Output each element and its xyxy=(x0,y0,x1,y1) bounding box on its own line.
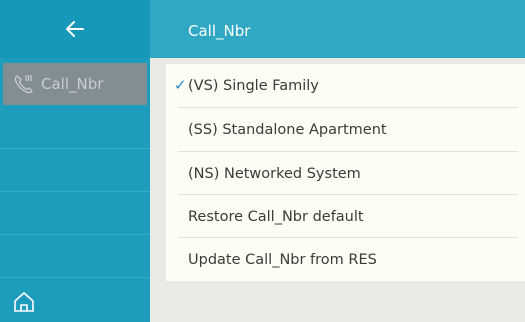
menu-item-label: Restore Call_Nbr default xyxy=(188,209,364,225)
menu-item-networked-system[interactable]: (NS) Networked System xyxy=(166,152,525,195)
call-icon xyxy=(13,73,35,95)
arrow-left-icon xyxy=(66,21,84,37)
header-bar: Call_Nbr xyxy=(150,0,525,58)
options-menu: ✓ (VS) Single Family (SS) Standalone Apa… xyxy=(166,64,525,281)
back-button[interactable] xyxy=(55,9,95,49)
menu-item-label: (NS) Networked System xyxy=(188,166,361,182)
content-area: ✓ (VS) Single Family (SS) Standalone Apa… xyxy=(150,58,525,322)
home-icon xyxy=(14,291,34,312)
checkmark-icon: ✓ xyxy=(174,76,187,94)
sidebar-divider xyxy=(0,234,150,235)
sidebar: Call_Nbr xyxy=(0,0,150,322)
sidebar-item-label: Call_Nbr xyxy=(41,75,104,93)
menu-item-standalone-apartment[interactable]: (SS) Standalone Apartment xyxy=(166,108,525,151)
page-title: Call_Nbr xyxy=(188,22,251,40)
sidebar-divider xyxy=(0,148,150,149)
menu-item-restore-default[interactable]: Restore Call_Nbr default xyxy=(166,195,525,238)
menu-item-single-family[interactable]: ✓ (VS) Single Family xyxy=(166,64,525,107)
menu-item-update-from-res[interactable]: Update Call_Nbr from RES xyxy=(166,238,525,281)
sidebar-divider xyxy=(0,191,150,192)
sidebar-item-call-nbr[interactable]: Call_Nbr xyxy=(3,63,147,105)
sidebar-divider xyxy=(0,277,150,278)
home-button[interactable] xyxy=(0,281,48,322)
menu-item-label: (SS) Standalone Apartment xyxy=(188,122,387,138)
menu-item-label: Update Call_Nbr from RES xyxy=(188,252,377,268)
sidebar-top xyxy=(0,0,150,58)
menu-item-label: (VS) Single Family xyxy=(188,78,319,94)
